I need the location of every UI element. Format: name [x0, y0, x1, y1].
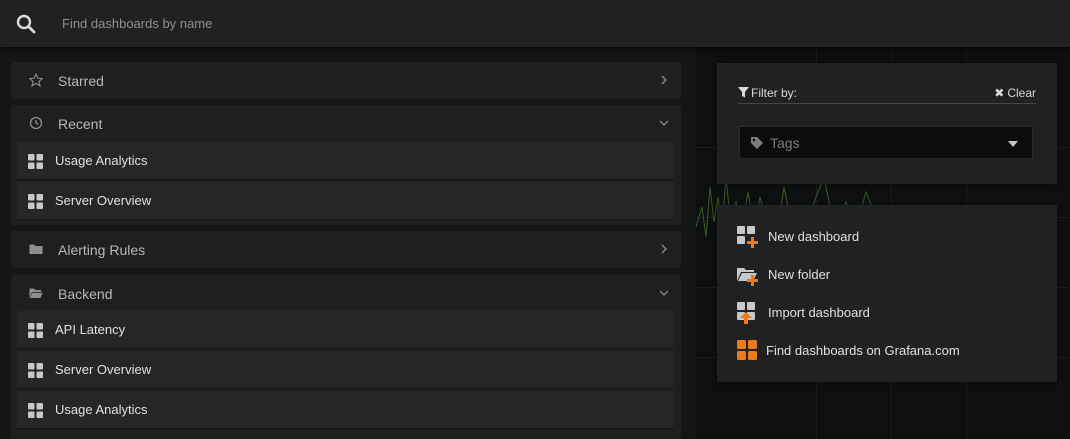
- new-folder-button[interactable]: New folder: [737, 264, 1037, 288]
- dashboard-item[interactable]: Usage Analytics: [17, 391, 674, 429]
- filter-header: Filter by: ✖ Clear: [738, 86, 1036, 104]
- new-folder-icon: [737, 268, 758, 286]
- chevron-down-icon: [659, 290, 669, 296]
- dashboard-grid-icon: [28, 363, 43, 378]
- tags-select[interactable]: Tags: [739, 126, 1033, 159]
- section-alerting-rules: Alerting Rules: [11, 231, 681, 268]
- section-backend: Backend API Latency Server Overview Usag…: [11, 275, 681, 439]
- dashboard-item-label: Usage Analytics: [55, 153, 148, 168]
- star-icon: [29, 73, 43, 87]
- section-recent: Recent Usage Analytics Server Overview: [11, 105, 681, 225]
- section-header-alerting-rules[interactable]: Alerting Rules: [11, 231, 681, 268]
- find-dashboards-grafana-button[interactable]: Find dashboards on Grafana.com: [737, 340, 1037, 364]
- dashboard-item[interactable]: Usage Analytics: [17, 142, 674, 180]
- dashboard-item-label: API Latency: [55, 322, 126, 337]
- folder-open-icon: [29, 288, 43, 298]
- import-dashboard-button[interactable]: Import dashboard: [737, 302, 1037, 326]
- section-header-recent[interactable]: Recent: [11, 105, 681, 142]
- dashboard-item-label: Server Overview: [55, 193, 152, 208]
- dashboard-item-label: Server Overview: [55, 362, 152, 377]
- chevron-down-icon: [659, 120, 669, 126]
- import-dashboard-icon: [737, 302, 755, 324]
- clear-label: Clear: [1007, 86, 1036, 100]
- search-input[interactable]: [62, 12, 962, 34]
- close-icon: ✖: [994, 86, 1005, 100]
- clock-icon: [29, 116, 43, 130]
- dashboard-grid-icon: [28, 154, 43, 169]
- section-header-starred[interactable]: Starred: [11, 62, 681, 99]
- chevron-right-icon: [661, 75, 667, 85]
- dashboard-grid-icon: [28, 323, 43, 338]
- dashboard-item-label: Usage Analytics: [55, 402, 148, 417]
- section-header-backend[interactable]: Backend: [11, 275, 681, 312]
- dashboard-item[interactable]: Server Overview: [17, 182, 674, 220]
- tags-placeholder: Tags: [770, 135, 800, 151]
- dashboard-item[interactable]: Server Overview: [17, 351, 674, 389]
- action-label: New folder: [768, 267, 831, 282]
- filter-label: Filter by:: [751, 86, 798, 100]
- search-icon: [16, 14, 36, 34]
- filter-icon: [738, 87, 749, 98]
- clear-filter-button[interactable]: ✖ Clear: [994, 86, 1036, 100]
- folder-icon: [29, 244, 43, 254]
- caret-down-icon: [1008, 141, 1018, 147]
- actions-panel: New dashboard New folder Import dashboar…: [717, 205, 1057, 382]
- filter-panel: Filter by: ✖ Clear Tags: [717, 63, 1057, 184]
- new-dashboard-button[interactable]: New dashboard: [737, 226, 1037, 250]
- search-bar: [0, 0, 1070, 47]
- section-title: Starred: [58, 73, 104, 89]
- action-label: New dashboard: [768, 229, 860, 244]
- chevron-right-icon: [661, 244, 667, 254]
- action-label: Find dashboards on Grafana.com: [766, 343, 960, 358]
- section-title: Recent: [58, 116, 103, 132]
- section-title: Backend: [58, 286, 113, 302]
- new-dashboard-icon: [737, 226, 758, 248]
- dashboard-grid-icon: [28, 194, 43, 209]
- dashboard-grid-icon: [28, 403, 43, 418]
- dashboard-list: Starred Recent Usage Analytics Server Ov…: [0, 47, 696, 439]
- action-label: Import dashboard: [768, 305, 870, 320]
- tag-icon: [751, 137, 763, 149]
- dashboard-item[interactable]: API Latency: [17, 311, 674, 349]
- section-starred: Starred: [11, 62, 681, 99]
- section-title: Alerting Rules: [58, 242, 146, 258]
- grafana-com-icon: [737, 340, 757, 360]
